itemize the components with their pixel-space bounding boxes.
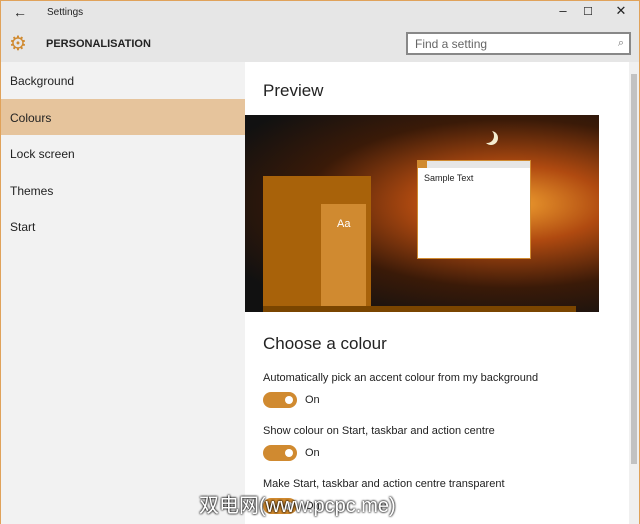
moon-icon xyxy=(480,129,494,143)
taskbar-preview xyxy=(263,306,576,312)
sidebar-item-background[interactable]: Background xyxy=(1,62,245,99)
show-colour-state: On xyxy=(305,447,320,459)
sample-text: Sample Text xyxy=(424,173,474,183)
main-content: Preview Aa Sample Text Choose a colour A… xyxy=(245,62,629,524)
scrollbar-thumb[interactable] xyxy=(631,74,637,464)
sidebar: Background Colours Lock screen Themes St… xyxy=(1,62,245,524)
sidebar-item-lock-screen[interactable]: Lock screen xyxy=(1,135,245,172)
scrollbar[interactable] xyxy=(629,62,639,524)
title-bar: ← Settings – ☐ ✕ xyxy=(1,1,639,25)
tile-label: Aa xyxy=(337,218,351,230)
minimize-button[interactable]: – xyxy=(553,3,573,18)
auto-accent-toggle[interactable] xyxy=(263,392,297,408)
maximize-button[interactable]: ☐ xyxy=(578,5,598,18)
auto-accent-state: On xyxy=(305,394,320,406)
search-icon[interactable]: ⌕ xyxy=(618,37,624,50)
search-input[interactable]: Find a setting ⌕ xyxy=(406,32,631,55)
header: ⚙ PERSONALISATION Find a setting ⌕ xyxy=(1,25,639,62)
watermark: 双电网(www.pcpc.me) xyxy=(199,495,396,517)
choose-colour-heading: Choose a colour xyxy=(263,334,387,353)
sidebar-item-start[interactable]: Start xyxy=(1,208,245,245)
sidebar-item-colours[interactable]: Colours xyxy=(1,98,245,135)
show-colour-toggle[interactable] xyxy=(263,445,297,461)
back-arrow-icon[interactable]: ← xyxy=(13,4,27,20)
close-button[interactable]: ✕ xyxy=(611,3,631,19)
sidebar-item-themes[interactable]: Themes xyxy=(1,172,245,209)
show-colour-label: Show colour on Start, taskbar and action… xyxy=(263,425,495,437)
window-title: Settings xyxy=(47,7,84,18)
page-title: PERSONALISATION xyxy=(46,38,151,50)
settings-window: ← Settings – ☐ ✕ ⚙ PERSONALISATION Find … xyxy=(0,0,640,524)
preview-heading: Preview xyxy=(263,81,324,100)
sample-window: Sample Text xyxy=(417,160,531,259)
gear-icon: ⚙ xyxy=(9,33,27,55)
colour-preview: Aa Sample Text xyxy=(245,115,599,312)
search-placeholder: Find a setting xyxy=(415,37,488,51)
auto-accent-label: Automatically pick an accent colour from… xyxy=(263,372,539,384)
